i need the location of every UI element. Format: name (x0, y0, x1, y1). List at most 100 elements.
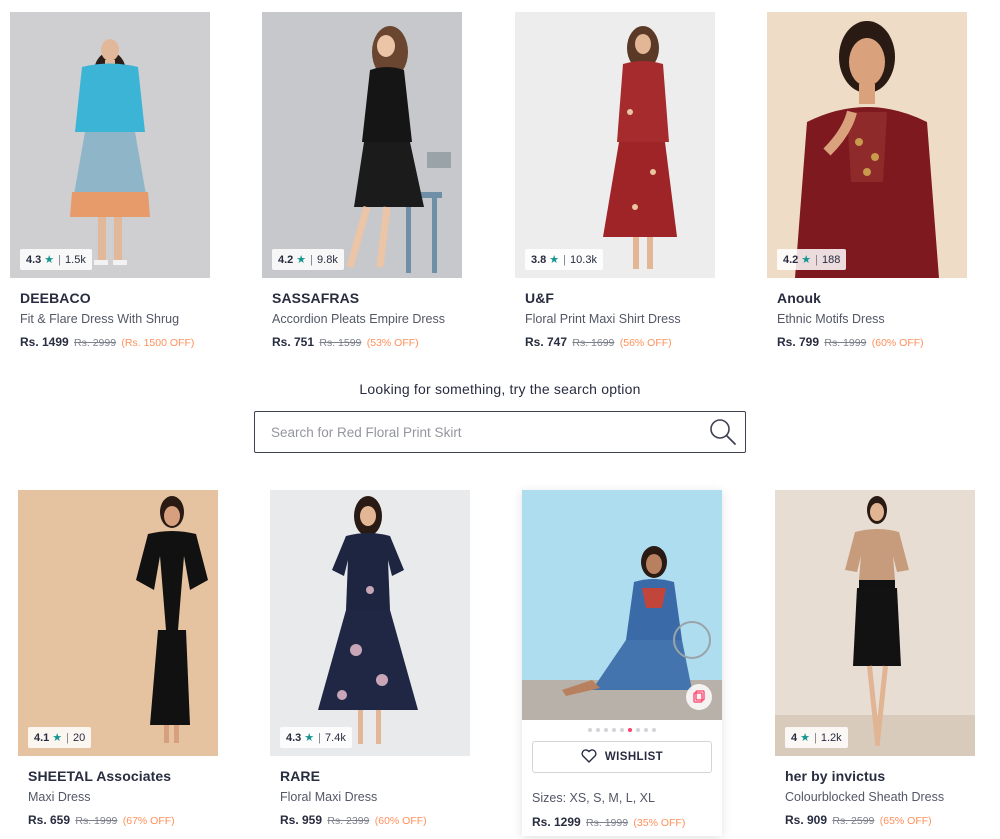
product-price: Rs. 1299 Rs. 1999 (35% OFF) (532, 815, 712, 829)
price-current: Rs. 1499 (20, 335, 69, 349)
rating-count: 1.2k (820, 731, 842, 744)
price-discount: (Rs. 1500 OFF) (121, 337, 195, 349)
price-mrp: Rs. 1999 (586, 817, 629, 829)
product-image[interactable] (522, 490, 722, 720)
rating-count: 10.3k (570, 253, 597, 266)
carousel-dot[interactable] (596, 728, 600, 732)
image-carousel-dots[interactable] (522, 728, 722, 732)
price-mrp: Rs. 1699 (572, 337, 615, 349)
product-name: Accordion Pleats Empire Dress (272, 312, 445, 326)
wishlist-button[interactable]: WISHLIST (532, 741, 712, 773)
price-current: Rs. 799 (777, 335, 820, 349)
price-current: Rs. 909 (785, 813, 828, 827)
product-price: Rs. 751 Rs. 1599 (53% OFF) (272, 335, 452, 349)
product-card[interactable]: 4.3 ★ | 1.5k DEEBACO Fit & Flare Dress W… (10, 12, 210, 349)
product-brand: RARE (280, 768, 321, 784)
rating-separator: | (58, 253, 62, 266)
product-card[interactable]: 4.2 ★ | 9.8k SASSAFRAS Accordion Pleats … (262, 12, 462, 349)
carousel-dot-active[interactable] (628, 728, 632, 732)
price-mrp: Rs. 2999 (74, 337, 117, 349)
carousel-dot[interactable] (604, 728, 608, 732)
heart-icon (581, 748, 597, 766)
price-current: Rs. 1299 (532, 815, 581, 829)
product-price: Rs. 799 Rs. 1999 (60% OFF) (777, 335, 957, 349)
rating-value: 4 (791, 731, 798, 744)
rating-separator: | (814, 731, 817, 744)
available-sizes: Sizes: XS, S, M, L, XL (532, 791, 655, 805)
product-card[interactable]: 4.3 ★ | 7.4k RARE Floral Maxi Dress Rs. … (270, 490, 470, 827)
rating-count: 1.5k (65, 253, 86, 266)
product-card[interactable]: 4.1 ★ | 20 SHEETAL Associates Maxi Dress… (18, 490, 218, 827)
product-image[interactable]: 4.3 ★ | 1.5k (10, 12, 210, 278)
product-card[interactable]: 4.2 ★ | 188 Anouk Ethnic Motifs Dress Rs… (767, 12, 967, 349)
price-current: Rs. 959 (280, 813, 323, 827)
product-brand: Anouk (777, 290, 822, 306)
price-mrp: Rs. 1599 (319, 337, 362, 349)
product-name: Colourblocked Sheath Dress (785, 790, 945, 804)
search-input[interactable] (255, 412, 701, 452)
rating-separator: | (815, 253, 819, 266)
product-image[interactable]: 3.8 ★ | 10.3k (515, 12, 715, 278)
product-brand: SASSAFRAS (272, 290, 360, 306)
carousel-dot[interactable] (652, 728, 656, 732)
search-bar[interactable] (254, 411, 746, 453)
product-brand: DEEBACO (20, 290, 91, 306)
carousel-dot[interactable] (620, 728, 624, 732)
search-icon[interactable] (701, 412, 745, 452)
rating-badge: 3.8 ★ | 10.3k (525, 249, 603, 270)
view-similar-icon[interactable] (686, 684, 712, 710)
carousel-dot[interactable] (644, 728, 648, 732)
price-discount: (65% OFF) (879, 815, 932, 827)
price-discount: (53% OFF) (366, 337, 419, 349)
price-current: Rs. 751 (272, 335, 315, 349)
product-image[interactable]: 4.2 ★ | 188 (767, 12, 967, 278)
price-discount: (60% OFF) (871, 337, 924, 349)
rating-value: 3.8 (531, 253, 547, 266)
product-brand: U&F (525, 290, 555, 306)
rating-value: 4.3 (26, 253, 42, 266)
rating-value: 4.1 (34, 731, 50, 744)
price-mrp: Rs. 1999 (75, 815, 118, 827)
rating-separator: | (318, 731, 322, 744)
star-icon: ★ (44, 254, 55, 266)
carousel-dot[interactable] (636, 728, 640, 732)
rating-badge: 4.3 ★ | 7.4k (280, 727, 352, 748)
star-icon: ★ (304, 732, 315, 744)
rating-badge: 4 ★ | 1.2k (785, 727, 848, 748)
star-icon: ★ (801, 254, 812, 266)
product-image[interactable]: 4 ★ | 1.2k (775, 490, 975, 756)
product-price: Rs. 909 Rs. 2599 (65% OFF) (785, 813, 965, 827)
star-icon: ★ (549, 254, 560, 266)
search-prompt-text: Looking for something, try the search op… (359, 381, 641, 397)
price-discount: (35% OFF) (633, 817, 686, 829)
price-current: Rs. 747 (525, 335, 568, 349)
product-name: Floral Print Maxi Shirt Dress (525, 312, 681, 326)
rating-value: 4.3 (286, 731, 302, 744)
rating-separator: | (563, 253, 567, 266)
carousel-dot[interactable] (588, 728, 592, 732)
rating-separator: | (66, 731, 70, 744)
rating-count: 9.8k (317, 253, 338, 266)
product-image[interactable]: 4.2 ★ | 9.8k (262, 12, 462, 278)
product-image[interactable]: 4.3 ★ | 7.4k (270, 490, 470, 756)
carousel-dot[interactable] (612, 728, 616, 732)
price-mrp: Rs. 1999 (824, 337, 867, 349)
rating-separator: | (310, 253, 314, 266)
product-image[interactable]: 4.1 ★ | 20 (18, 490, 218, 756)
product-price: Rs. 747 Rs. 1699 (56% OFF) (525, 335, 705, 349)
price-discount: (67% OFF) (122, 815, 175, 827)
product-name: Maxi Dress (28, 790, 91, 804)
product-card[interactable]: 4 ★ | 1.2k her by invictus Colourblocked… (775, 490, 975, 827)
product-card-hovered[interactable]: WISHLIST Sizes: XS, S, M, L, XL Rs. 1299… (522, 490, 722, 836)
star-icon: ★ (800, 732, 810, 744)
rating-badge: 4.3 ★ | 1.5k (20, 249, 92, 270)
price-mrp: Rs. 2599 (832, 815, 875, 827)
product-brand: her by invictus (785, 768, 886, 784)
rating-badge: 4.2 ★ | 188 (777, 249, 847, 270)
product-card[interactable]: 3.8 ★ | 10.3k U&F Floral Print Maxi Shir… (515, 12, 715, 349)
rating-count: 188 (822, 253, 841, 266)
price-discount: (60% OFF) (374, 815, 427, 827)
product-name: Floral Maxi Dress (280, 790, 378, 804)
rating-value: 4.2 (783, 253, 799, 266)
price-mrp: Rs. 2399 (327, 815, 370, 827)
